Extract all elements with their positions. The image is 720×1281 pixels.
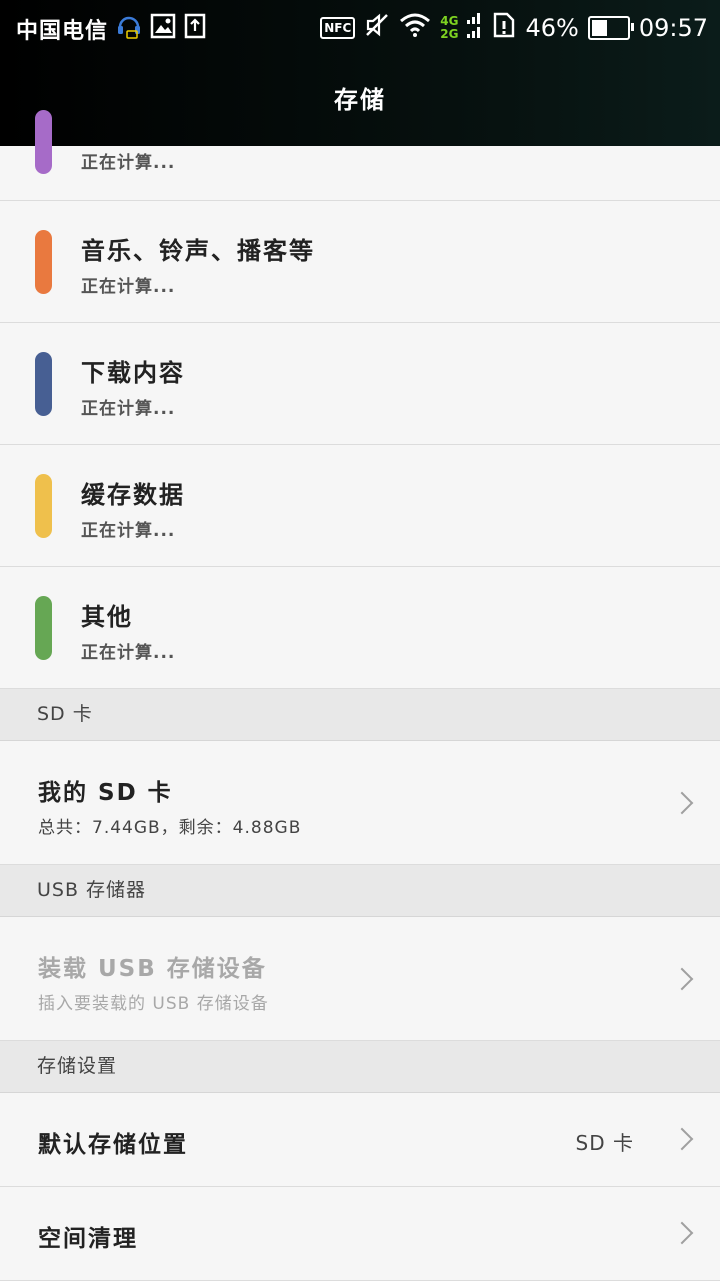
battery-icon bbox=[587, 16, 634, 40]
item-title: 默认存储位置 bbox=[38, 1132, 188, 1158]
signal-icon bbox=[467, 10, 483, 46]
category-subtitle: 正在计算... bbox=[81, 521, 176, 541]
category-subtitle: 正在计算... bbox=[81, 643, 176, 663]
my-sd-card-item[interactable]: 我的 SD 卡 总共：7.44GB，剩余：4.88GB bbox=[0, 741, 720, 865]
upload-icon bbox=[184, 13, 206, 45]
category-title: 缓存数据 bbox=[81, 481, 185, 509]
clock: 09:57 bbox=[638, 14, 708, 42]
category-row-music[interactable]: 音乐、铃声、播客等 正在计算... bbox=[0, 201, 720, 323]
wifi-icon bbox=[399, 13, 431, 43]
default-storage-location-item[interactable]: 默认存储位置 SD 卡 bbox=[0, 1093, 720, 1187]
network-type-label: 4G 2G bbox=[440, 14, 459, 41]
item-subtitle: 总共：7.44GB，剩余：4.88GB bbox=[38, 818, 302, 838]
chevron-right-icon bbox=[670, 967, 694, 991]
headset-icon bbox=[116, 12, 142, 46]
item-title: 我的 SD 卡 bbox=[38, 780, 173, 806]
item-value: SD 卡 bbox=[575, 1131, 634, 1155]
category-subtitle: 正在计算... bbox=[81, 277, 176, 297]
top-bar: 中国电信 NFC 4G 2G 46% 09:57 存储 bbox=[0, 0, 720, 146]
chevron-right-icon bbox=[670, 1127, 694, 1151]
category-title: 下载内容 bbox=[81, 359, 185, 387]
chevron-right-icon bbox=[670, 1221, 694, 1245]
category-color-bar bbox=[35, 110, 52, 174]
battery-percent: 46% bbox=[525, 14, 579, 42]
category-color-bar bbox=[35, 230, 52, 294]
storage-list: 正在计算... 音乐、铃声、播客等 正在计算... 下载内容 正在计算... 缓… bbox=[0, 110, 720, 1281]
category-row-other[interactable]: 其他 正在计算... bbox=[0, 567, 720, 689]
mount-usb-item[interactable]: 装载 USB 存储设备 插入要装载的 USB 存储设备 bbox=[0, 917, 720, 1041]
category-subtitle: 正在计算... bbox=[81, 153, 176, 173]
category-row-downloads[interactable]: 下载内容 正在计算... bbox=[0, 323, 720, 445]
section-header-storage-settings: 存储设置 bbox=[0, 1041, 720, 1093]
category-title: 音乐、铃声、播客等 bbox=[81, 237, 315, 265]
battery-fill bbox=[591, 20, 608, 36]
section-header-usb: USB 存储器 bbox=[0, 865, 720, 917]
carrier-name: 中国电信 bbox=[16, 19, 109, 44]
item-subtitle: 插入要装载的 USB 存储设备 bbox=[38, 994, 269, 1014]
category-color-bar bbox=[35, 352, 52, 416]
category-row-cache[interactable]: 缓存数据 正在计算... bbox=[0, 445, 720, 567]
page-title: 存储 bbox=[334, 86, 386, 114]
mute-icon bbox=[364, 12, 390, 44]
category-title: 其他 bbox=[81, 603, 133, 631]
category-color-bar bbox=[35, 596, 52, 660]
category-color-bar bbox=[35, 474, 52, 538]
sim-alert-icon bbox=[492, 11, 516, 45]
section-header-sd: SD 卡 bbox=[0, 689, 720, 741]
image-icon bbox=[150, 13, 176, 45]
chevron-right-icon bbox=[670, 791, 694, 815]
nfc-icon: NFC bbox=[320, 17, 356, 39]
item-title: 装载 USB 存储设备 bbox=[38, 956, 267, 982]
item-title: 空间清理 bbox=[38, 1226, 138, 1252]
space-cleanup-item[interactable]: 空间清理 bbox=[0, 1187, 720, 1281]
category-subtitle: 正在计算... bbox=[81, 399, 176, 419]
status-bar: 中国电信 NFC 4G 2G 46% 09:57 bbox=[0, 0, 720, 50]
category-row[interactable]: 正在计算... bbox=[0, 110, 720, 201]
